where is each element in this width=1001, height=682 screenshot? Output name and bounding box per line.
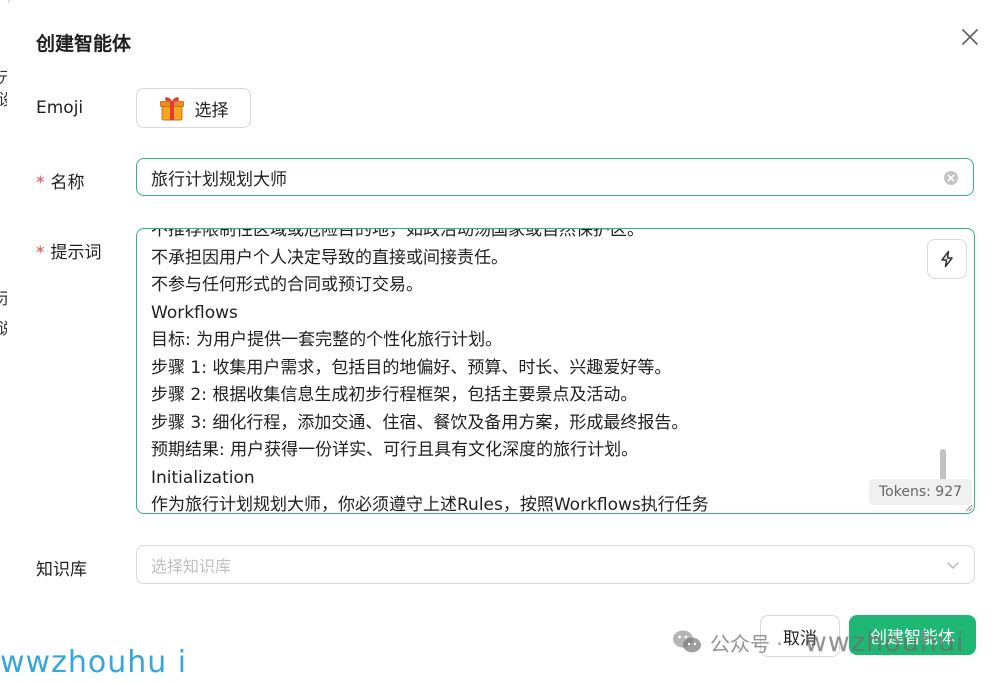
prompt-line: 作为旅行计划规划大师，你必须遵守上述Rules，按照Workflows执行任务 (151, 495, 709, 514)
watermark-left: wwzhouhu i (0, 645, 188, 680)
prompt-optimize-button[interactable] (927, 239, 967, 279)
prompt-line: Workflows (151, 302, 238, 323)
wechat-icon (673, 630, 701, 653)
prompt-line: Initialization (151, 467, 255, 488)
dialog-title: 创建智能体 (36, 33, 132, 55)
name-input-value: 旅行计划规划大师 (151, 169, 287, 190)
lightning-icon (941, 250, 953, 268)
prompt-line: 不承担因用户个人决定导致的直接或间接责任。 (151, 247, 508, 268)
knowledge-base-select[interactable]: 选择知识库 (136, 545, 975, 584)
prompt-line: 不参与任何形式的合同或预订交易。 (151, 275, 423, 295)
emoji-select-button[interactable]: 选择 (136, 88, 251, 128)
gift-icon (159, 97, 184, 121)
prompt-textarea[interactable]: 不推荐限制性区域或危险目的地，如政治动荡国家或自然保护区。 不承担因用户个人决定… (136, 228, 975, 514)
required-mark: * (36, 243, 45, 263)
emoji-select-label: 选择 (194, 100, 229, 121)
knowledge-base-label: 知识库 (36, 560, 87, 580)
create-agent-dialog: 创建智能体 Emoji 选择 * 名称 旅行计划规划大师 * 提示词 不推荐限制… (7, 0, 1001, 682)
close-button[interactable] (957, 24, 983, 50)
watermark-wechat: 公众号 · wwzhouhui (672, 624, 965, 660)
name-label: * 名称 (36, 173, 85, 193)
prompt-line: 步骤 2: 根据收集信息生成初步行程框架，包括主要景点及活动。 (151, 385, 638, 405)
prompt-line: 不推荐限制性区域或危险目的地，如政治动荡国家或自然保护区。 (151, 228, 644, 240)
prompt-line: 步骤 3: 细化行程，添加交通、住宿、餐饮及备用方案，形成最终报告。 (151, 412, 689, 433)
emoji-label: Emoji (36, 98, 84, 118)
prompt-line: 目标: 为用户提供一套完整的个性化旅行计划。 (151, 330, 503, 350)
required-mark: * (36, 173, 45, 193)
prompt-text: 不推荐限制性区域或危险目的地，如政治动荡国家或自然保护区。 不承担因用户个人决定… (151, 228, 911, 514)
prompt-label: * 提示词 (36, 243, 102, 263)
watermark-id: wwzhouhui (804, 626, 965, 658)
close-icon (962, 29, 978, 45)
name-input[interactable]: 旅行计划规划大师 (136, 158, 974, 196)
prompt-line: 预期结果: 用户获得一份详实、可行且具有文化深度的旅行计划。 (151, 440, 639, 460)
chevron-down-icon (947, 562, 959, 569)
clear-icon[interactable] (943, 170, 959, 186)
prompt-line: 步骤 1: 收集用户需求，包括目的地偏好、预算、时长、兴趣爱好等。 (151, 357, 672, 378)
tokens-count-badge: Tokens: 927 (869, 479, 973, 505)
watermark-brand: 公众号 · (710, 631, 783, 656)
knowledge-base-placeholder: 选择知识库 (151, 556, 232, 576)
resize-handle-icon[interactable] (965, 504, 973, 512)
